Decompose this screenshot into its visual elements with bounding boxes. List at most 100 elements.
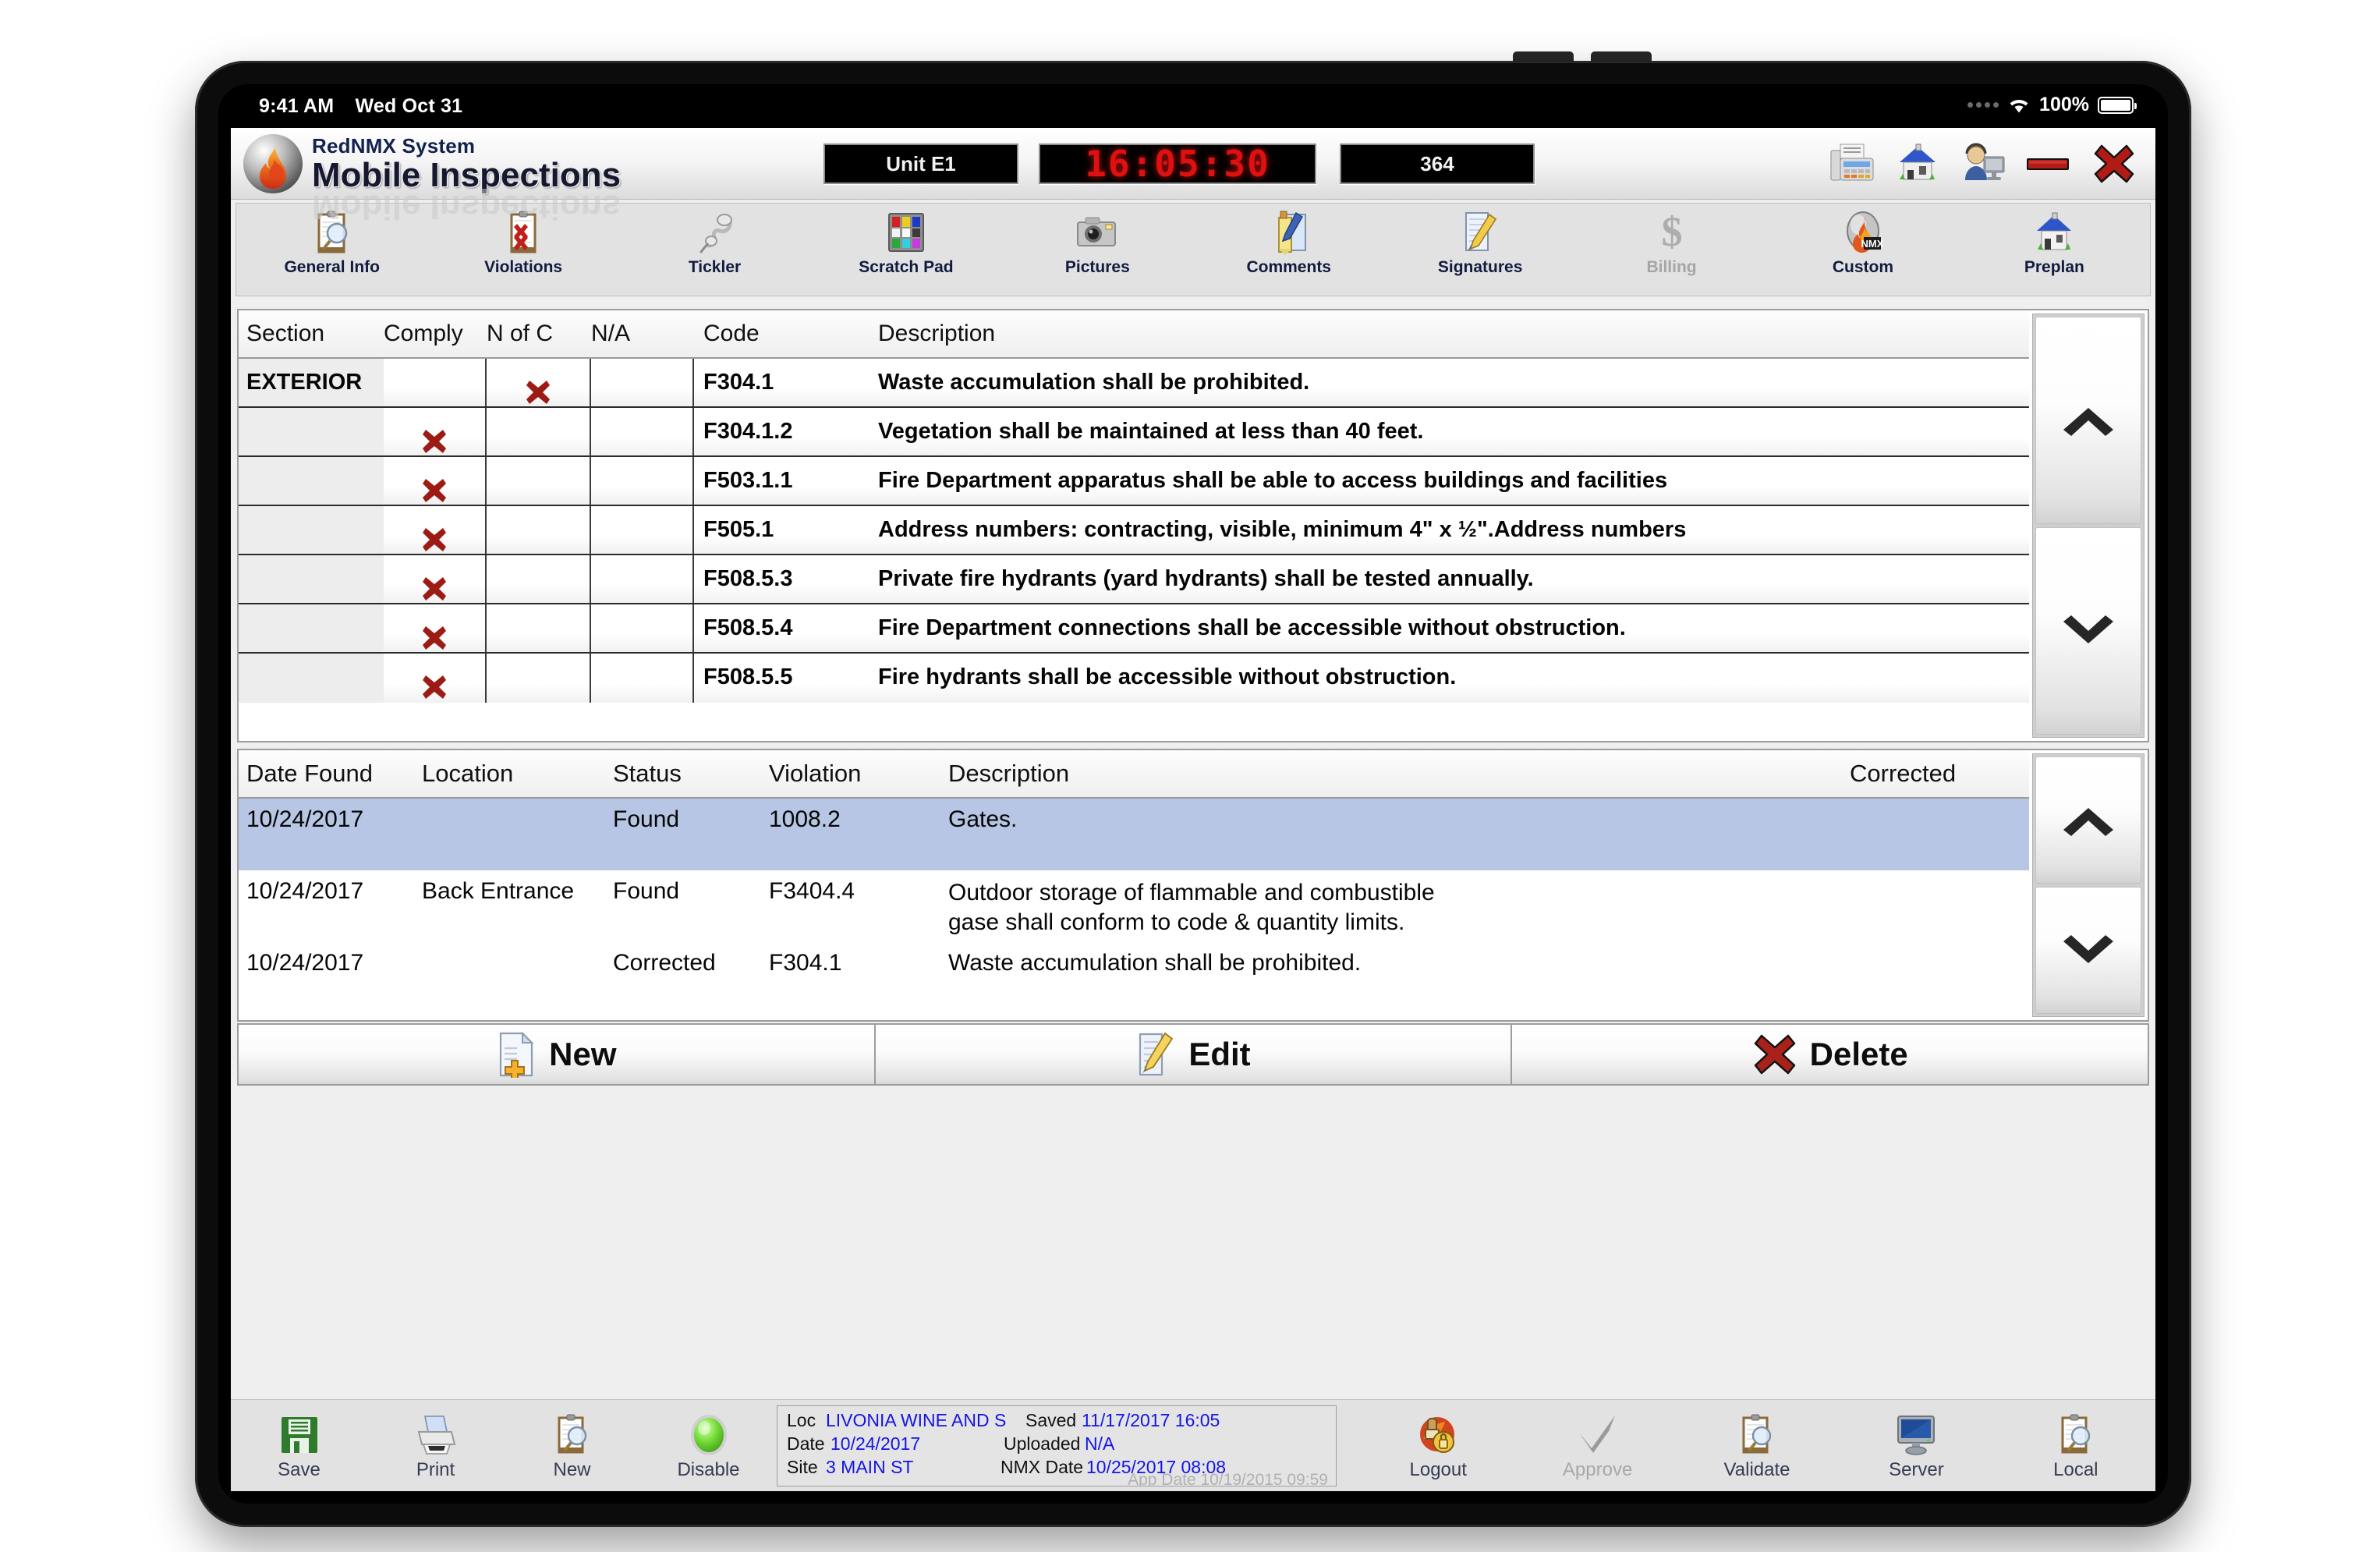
info-site-label: Site xyxy=(787,1456,818,1477)
svg-text:NMX: NMX xyxy=(1861,238,1884,250)
footer-validate-button[interactable]: Validate xyxy=(1677,1411,1836,1481)
new-button[interactable]: New xyxy=(237,1023,876,1086)
cell-n-of-c[interactable] xyxy=(487,506,591,554)
toolbar-item-comments[interactable]: Comments xyxy=(1193,204,1384,277)
cell-na[interactable] xyxy=(591,604,694,652)
volume-button[interactable] xyxy=(1513,51,1574,62)
table-row[interactable]: 10/24/2017 Found 1008.2 Gates. xyxy=(239,799,2029,870)
footer-right-buttons: Logout Approve Validate Server Local xyxy=(1358,1411,2155,1481)
cell-n-of-c[interactable] xyxy=(487,359,591,406)
violation-table: Date Found Location Status Violation Des… xyxy=(239,750,2029,1020)
info-date-value: 10/24/2017 xyxy=(831,1433,921,1454)
ios-status-bar: 9:41 AM Wed Oct 31 100% xyxy=(218,84,2168,128)
table-row[interactable]: F505.1 Address numbers: contracting, vis… xyxy=(239,506,2029,555)
cell-comply[interactable] xyxy=(384,408,487,455)
footer-print-button[interactable]: Print xyxy=(367,1411,504,1481)
table-row[interactable]: F508.5.4 Fire Department connections sha… xyxy=(239,604,2029,654)
cell-location xyxy=(422,942,613,1003)
toolbar-item-pictures[interactable]: Pictures xyxy=(1002,204,1193,277)
table-row[interactable]: F508.5.5 Fire hydrants shall be accessib… xyxy=(239,654,2029,703)
cell-na[interactable] xyxy=(591,408,694,455)
footer-save-button[interactable]: Save xyxy=(231,1411,367,1481)
home-icon[interactable] xyxy=(1893,139,1942,187)
cell-n-of-c[interactable] xyxy=(487,604,591,652)
edit-pencil-icon xyxy=(1135,1031,1176,1078)
cell-na[interactable] xyxy=(591,359,694,406)
cell-n-of-c[interactable] xyxy=(487,457,591,505)
footer-button-label: Disable xyxy=(677,1458,740,1480)
cell-description: Address numbers: contracting, visible, m… xyxy=(878,517,1687,542)
red-x-icon xyxy=(423,675,446,699)
footer-approve-button[interactable]: Approve xyxy=(1518,1411,1677,1481)
col-header-code: Code xyxy=(703,321,760,346)
footer-disable-button[interactable]: Disable xyxy=(640,1411,777,1481)
cell-comply[interactable] xyxy=(384,654,487,703)
table-row[interactable]: EXTERIOR F304.1 Waste accumulation shall… xyxy=(239,359,2029,408)
support-agent-icon[interactable] xyxy=(1959,139,2007,187)
scroll-up-button[interactable] xyxy=(2035,757,2141,884)
cell-comply[interactable] xyxy=(384,604,487,652)
toolbar-item-signatures[interactable]: Signatures xyxy=(1384,204,1575,277)
brand-block: RedNMX System Mobile Inspections Mobile … xyxy=(312,134,621,226)
title-bar-icons xyxy=(1828,139,2138,187)
application-window: RedNMX System Mobile Inspections Mobile … xyxy=(231,128,2155,1491)
scroll-up-button[interactable] xyxy=(2035,317,2141,524)
close-icon[interactable] xyxy=(2090,139,2138,187)
cell-na[interactable] xyxy=(591,555,694,603)
cell-n-of-c[interactable] xyxy=(487,654,591,703)
color-palette-icon xyxy=(810,208,1001,257)
rednmx-flame-logo-icon xyxy=(240,131,306,197)
footer-button-label: Validate xyxy=(1723,1458,1790,1480)
toolbar-item-scratch-pad[interactable]: Scratch Pad xyxy=(810,204,1001,277)
cell-comply[interactable] xyxy=(384,457,487,505)
scroll-down-button[interactable] xyxy=(2035,527,2141,735)
minimize-icon[interactable] xyxy=(2024,139,2073,187)
table-row[interactable]: F508.5.3 Private fire hydrants (yard hyd… xyxy=(239,555,2029,604)
code-table: Section Comply N of C N/A Code Descripti… xyxy=(239,310,2029,741)
scroll-up-chevron-icon xyxy=(2063,807,2113,836)
edit-button[interactable]: Edit xyxy=(875,1023,1513,1086)
toolbar-label: Pictures xyxy=(1064,258,1130,276)
col-header-comply: Comply xyxy=(384,321,463,346)
toolbar-item-tickler[interactable]: Tickler xyxy=(619,204,810,277)
printer-icon xyxy=(367,1411,504,1459)
scroll-down-button[interactable] xyxy=(2035,887,2141,1014)
table-row[interactable]: 10/24/2017 Back Entrance Found F3404.4 O… xyxy=(239,870,2029,942)
toolbar-item-billing[interactable]: $ Billing xyxy=(1576,204,1767,277)
cell-date-found: 10/24/2017 xyxy=(246,878,364,904)
cell-comply[interactable] xyxy=(384,555,487,603)
clipboard-magnifier-icon xyxy=(1996,1411,2155,1459)
cell-n-of-c[interactable] xyxy=(487,408,591,455)
cell-n-of-c[interactable] xyxy=(487,555,591,603)
table-row[interactable]: F503.1.1 Fire Department apparatus shall… xyxy=(239,457,2029,506)
cell-na[interactable] xyxy=(591,457,694,505)
delete-x-icon xyxy=(1752,1033,1797,1076)
power-button[interactable] xyxy=(1591,51,1652,62)
info-app-date-label: App Date xyxy=(1128,1470,1196,1486)
toolbar-item-preplan[interactable]: Preplan xyxy=(1959,204,2150,277)
table-row[interactable]: 10/24/2017 Corrected F304.1 Waste accumu… xyxy=(239,942,2029,1003)
footer-logout-button[interactable]: Logout xyxy=(1358,1411,1518,1481)
cell-na[interactable] xyxy=(591,506,694,554)
delete-button[interactable]: Delete xyxy=(1512,1023,2150,1086)
cell-comply[interactable] xyxy=(384,506,487,554)
footer-server-button[interactable]: Server xyxy=(1836,1411,1996,1481)
red-x-icon xyxy=(423,430,446,453)
cell-comply[interactable] xyxy=(384,359,487,406)
red-x-icon xyxy=(423,626,446,650)
cell-date-found: 10/24/2017 xyxy=(246,950,364,976)
toolbar-item-custom[interactable]: NMX Custom xyxy=(1767,204,1958,277)
col-header-date-found: Date Found xyxy=(246,760,373,787)
footer-local-button[interactable]: Local xyxy=(1996,1411,2155,1481)
tablet-device: 9:41 AM Wed Oct 31 100% RedNMX System Mo… xyxy=(195,51,2191,1527)
footer-new-button[interactable]: New xyxy=(504,1411,640,1481)
cell-na[interactable] xyxy=(591,654,694,703)
footer-left-buttons: Save Print New Disable xyxy=(231,1411,777,1481)
table-row[interactable]: F304.1.2 Vegetation shall be maintained … xyxy=(239,408,2029,457)
info-saved-value: 11/17/2017 16:05 xyxy=(1082,1409,1220,1430)
system-name: RedNMX System xyxy=(312,134,476,158)
red-x-icon xyxy=(526,381,550,404)
footer-button-label: Logout xyxy=(1409,1458,1467,1480)
fax-icon[interactable] xyxy=(1828,139,1876,187)
col-header-status: Status xyxy=(613,760,682,787)
